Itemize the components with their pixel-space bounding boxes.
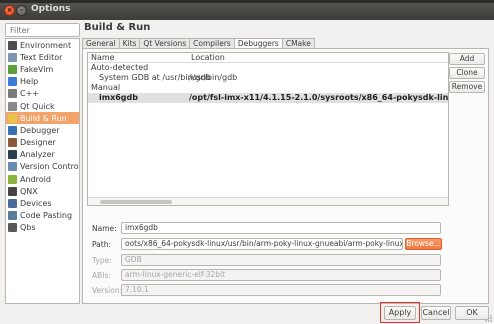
sidebar-item-label: Android — [20, 174, 51, 184]
debugger-name: imx6gdb — [99, 93, 138, 102]
code-pasting-icon — [8, 211, 17, 221]
column-header-location[interactable]: Location — [188, 53, 225, 62]
name-label: Name: — [92, 224, 117, 233]
qt-quick-icon — [8, 101, 17, 111]
cancel-button[interactable]: Cancel — [421, 306, 451, 320]
sidebar-item-label: Designer — [20, 138, 56, 148]
devices-icon — [8, 199, 17, 209]
clone-button[interactable]: Clone — [449, 67, 485, 79]
sidebar-item-label: Environment — [20, 40, 72, 50]
debugger-location: /usr/bin/gdb — [189, 73, 238, 82]
sidebar-item-devices[interactable]: Devices — [6, 197, 79, 209]
filter-input[interactable] — [5, 23, 80, 37]
ok-button[interactable]: OK — [455, 306, 489, 320]
sidebar-item-debugger[interactable]: Debugger — [6, 124, 79, 136]
sidebar-item-c[interactable]: C++ — [6, 88, 79, 100]
category-list: Environment Text Editor FakeVim Help C++ Qt Q… — [5, 38, 80, 304]
horizontal-scrollbar[interactable] — [88, 197, 448, 205]
type-field: GDB — [121, 254, 441, 266]
version-label: Version: — [92, 286, 123, 295]
abis-field: arm-linux-generic-elf-32bit — [121, 269, 441, 281]
help-icon — [8, 77, 17, 87]
remove-button[interactable]: Remove — [449, 81, 485, 93]
qbs-icon — [8, 223, 17, 233]
column-header-name[interactable]: Name — [88, 53, 188, 62]
build-run-icon — [8, 113, 17, 123]
browse-button[interactable]: Browse... — [405, 238, 442, 250]
sidebar-item-android[interactable]: Android — [6, 173, 79, 185]
sidebar-item-qt-quick[interactable]: Qt Quick — [6, 100, 79, 112]
debugger-icon — [8, 125, 17, 135]
sidebar-item-designer[interactable]: Designer — [6, 137, 79, 149]
sidebar-item-label: Help — [20, 77, 39, 87]
sidebar-item-fakevim[interactable]: FakeVim — [6, 63, 79, 75]
debugger-location: /opt/fsl-imx-x11/4.1.15-2.1.0/sysroots/x… — [189, 93, 448, 102]
sidebar-item-label: Build & Run — [20, 113, 67, 123]
tree-row[interactable]: System GDB at /usr/bin/gdb /usr/bin/gdb — [88, 73, 448, 83]
sidebar-item-label: Debugger — [20, 125, 60, 135]
sidebar-item-environment[interactable]: Environment — [6, 39, 79, 51]
close-icon: × — [6, 6, 13, 14]
add-button[interactable]: Add — [449, 53, 485, 65]
qnx-icon — [8, 186, 17, 196]
page-title: Build & Run — [84, 22, 151, 33]
group-label: Auto-detected — [91, 63, 149, 72]
sidebar-item-label: Version Control — [20, 162, 80, 172]
tree-row-selected[interactable]: imx6gdb /opt/fsl-imx-x11/4.1.15-2.1.0/sy… — [88, 93, 448, 103]
debuggers-tree: Name Location Auto-detected System GDB a… — [87, 52, 449, 206]
text-editor-icon — [8, 52, 17, 62]
name-field[interactable]: imx6gdb — [121, 222, 441, 234]
fakevim-icon — [8, 64, 17, 74]
sidebar-item-analyzer[interactable]: Analyzer — [6, 149, 79, 161]
abis-label: ABIs: — [92, 271, 111, 280]
sidebar-item-code-pasting[interactable]: Code Pasting — [6, 210, 79, 222]
apply-button[interactable]: Apply — [384, 306, 416, 320]
cpp-icon — [8, 89, 17, 99]
debuggers-pane: Name Location Auto-detected System GDB a… — [82, 48, 489, 304]
window-close-button[interactable]: × — [4, 5, 15, 16]
environment-icon — [8, 40, 17, 50]
window-title: Options — [31, 4, 71, 14]
sidebar-item-help[interactable]: Help — [6, 76, 79, 88]
sidebar-item-version-control[interactable]: Version Control — [6, 161, 79, 173]
designer-icon — [8, 138, 17, 148]
sidebar-item-label: FakeVim — [20, 64, 54, 74]
sidebar-item-qnx[interactable]: QNX — [6, 185, 79, 197]
sidebar-item-label: Text Editor — [20, 52, 63, 62]
version-field: 7.10.1 — [121, 284, 441, 296]
sidebar-item-build-run[interactable]: Build & Run — [6, 112, 79, 125]
path-field[interactable]: oots/x86_64-pokysdk-linux/usr/bin/arm-po… — [121, 238, 403, 250]
analyzer-icon — [8, 150, 17, 160]
group-label: Manual — [91, 83, 121, 92]
sidebar-item-label: Qbs — [20, 223, 36, 233]
tree-header: Name Location — [88, 53, 448, 63]
sidebar-item-label: C++ — [20, 89, 39, 99]
sidebar-item-label: Qt Quick — [20, 101, 55, 111]
scrollbar-thumb[interactable] — [100, 200, 172, 204]
sidebar-item-label: Devices — [20, 199, 52, 209]
sidebar-item-text-editor[interactable]: Text Editor — [6, 51, 79, 63]
path-label: Path: — [92, 240, 112, 249]
android-icon — [8, 174, 17, 184]
resize-grip-icon[interactable] — [485, 315, 493, 323]
tree-group-manual[interactable]: Manual — [88, 83, 448, 93]
minimize-icon: – — [19, 6, 24, 14]
window-minimize-button[interactable]: – — [16, 5, 27, 16]
version-control-icon — [8, 162, 17, 172]
top-strip — [0, 0, 494, 3]
sidebar-item-label: Analyzer — [20, 150, 55, 160]
sidebar-item-qbs[interactable]: Qbs — [6, 222, 79, 234]
tree-group-auto-detected[interactable]: Auto-detected — [88, 63, 448, 73]
sidebar-item-label: QNX — [20, 186, 38, 196]
type-label: Type: — [92, 256, 112, 265]
window-titlebar: × – Options — [0, 0, 494, 20]
sidebar-item-label: Code Pasting — [20, 211, 73, 221]
